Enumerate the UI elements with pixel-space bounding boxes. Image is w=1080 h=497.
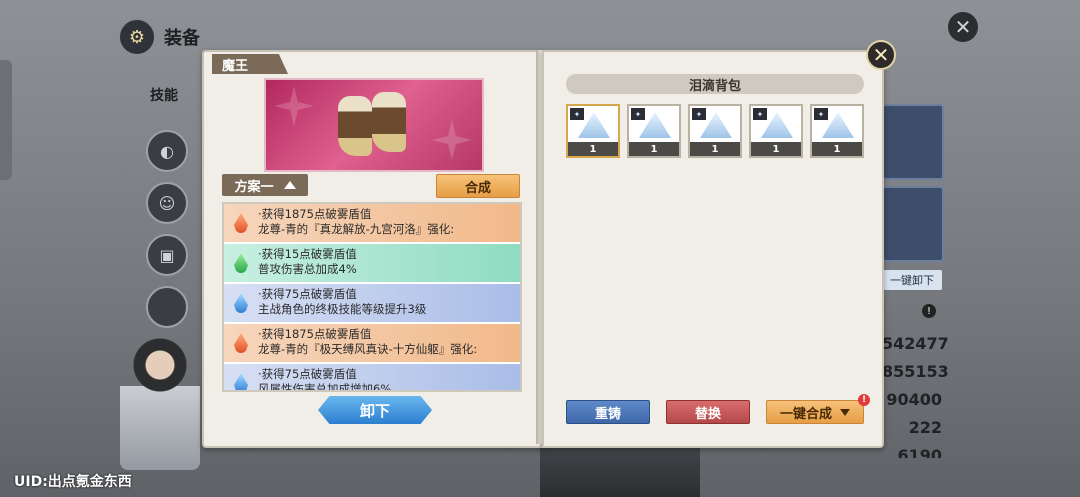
gem-effect-line: 普攻伤害总加成4% [258,262,357,276]
background-close-icon[interactable]: ✕ [948,12,978,42]
equipped-gem-list[interactable]: ·获得1875点破雾盾值 龙尊-青的『真龙解放-九宫河洛』强化: ·获得15点破… [222,202,522,392]
gem-slot [224,244,258,282]
gem-effect-text: ·获得15点破雾盾值 普攻伤害总加成4% [258,244,520,282]
teardrop-bag-page: 泪滴背包 ✦ 1 ✦ 1 ✦ 1 ✦ 1 ✦ 1 重铸 替换 一键合成 ! [542,50,884,448]
empty-slot-icon[interactable] [146,286,188,328]
recast-button[interactable]: 重铸 [566,400,650,424]
stat-value: 222 [908,418,942,437]
skill-slot-icon[interactable]: ◐ [146,130,188,172]
plan-dropdown[interactable]: 方案一 [222,174,308,196]
close-icon[interactable]: ✕ [866,40,896,70]
gem-effect-line: ·获得15点破雾盾值 [258,247,357,261]
stat-value: 90400 [886,390,942,409]
item-count: 1 [690,142,740,156]
stat-value: 542477 [882,334,949,353]
building-slot-icon[interactable]: ▣ [146,234,188,276]
character-sprite [120,330,200,470]
equipment-detail-page: 魔王 方案一 合成 ·获得1875点破雾盾值 龙尊-青的『真龙解放-九宫河洛』强… [202,50,542,448]
side-handle[interactable] [0,60,12,180]
boots-icon [332,88,418,162]
stat-value: 855153 [882,362,949,381]
left-boot [338,96,372,156]
sparkle-decoration [274,86,314,126]
exclamation-icon[interactable]: ! [922,304,936,318]
blue-gem-icon [234,373,248,390]
bag-grid: ✦ 1 ✦ 1 ✦ 1 ✦ 1 ✦ 1 [566,104,864,158]
gem-slot [224,364,258,390]
gem-effect-line: ·获得1875点破雾盾值 [258,207,372,221]
skill-label: 技能 [150,88,178,104]
bag-slot[interactable]: ✦ 1 [688,104,742,158]
bag-slot[interactable]: ✦ 1 [627,104,681,158]
chevron-down-icon [840,408,850,416]
background-gem-card[interactable] [882,104,944,180]
equipment-emblem-icon: ⚙ [118,18,156,56]
gem-row[interactable]: ·获得1875点破雾盾值 龙尊-青的『极天缚风真诀-十方仙躯』强化: [224,324,520,362]
gem-effect-line: 龙尊-青的『真龙解放-九宫河洛』强化: [258,222,455,236]
rank-badge-icon: ✦ [570,108,584,120]
gem-effect-line: 风属性伤害总加成增加6% [258,382,392,392]
green-gem-icon [234,253,248,273]
one-key-compose-label: 一键合成 [779,406,832,422]
user-id-label: UID:出点氪金东西 [14,474,132,490]
plan-label: 方案一 [234,179,274,195]
bag-slot[interactable]: ✦ 1 [810,104,864,158]
triangle-up-icon [283,181,296,189]
gem-effect-line: ·获得75点破雾盾值 [258,367,357,381]
rank-badge-icon: ✦ [692,108,706,120]
sparkle-decoration [432,120,472,160]
item-count: 1 [568,142,618,156]
mech-sprite [540,445,700,497]
gem-effect-line: ·获得1875点破雾盾值 [258,327,372,341]
gem-row[interactable]: ·获得75点破雾盾值 风属性伤害总加成增加6% [224,364,520,392]
gem-effect-text: ·获得75点破雾盾值 主战角色的终极技能等级提升3级 [258,284,520,322]
one-key-compose-button[interactable]: 一键合成 [766,400,864,424]
alert-badge-icon: ! [858,394,870,406]
gem-effect-line: 龙尊-青的『极天缚风真诀-十方仙躯』强化: [258,342,478,356]
gem-row[interactable]: ·获得15点破雾盾值 普攻伤害总加成4% [224,244,520,282]
gem-effect-line: ·获得75点破雾盾值 [258,287,357,301]
background-gem-card[interactable] [882,186,944,262]
gem-effect-text: ·获得1875点破雾盾值 龙尊-青的『真龙解放-九宫河洛』强化: [258,204,520,242]
replace-button[interactable]: 替换 [666,400,750,424]
rank-badge-icon: ✦ [631,108,645,120]
orange-gem-icon [234,213,248,233]
bag-slot[interactable]: ✦ 1 [749,104,803,158]
rank-badge-icon: ✦ [814,108,828,120]
orange-gem-icon [234,333,248,353]
gem-effect-line: 主战角色的终极技能等级提升3级 [258,302,427,316]
background-header-title: 装备 [164,28,200,49]
rank-badge-icon: ✦ [753,108,767,120]
blue-gem-icon [234,293,248,313]
stat-value: 6190 [897,446,942,458]
item-name-tab: 魔王 [212,54,288,74]
unequip-all-button[interactable]: 一键卸下 [882,270,942,290]
gem-slot [224,204,258,242]
item-preview [264,78,484,172]
bag-slot[interactable]: ✦ 1 [566,104,620,158]
compose-button[interactable]: 合成 [436,174,520,198]
gem-effect-text: ·获得75点破雾盾值 风属性伤害总加成增加6% [258,364,520,392]
right-boot [372,92,406,152]
item-count: 1 [812,142,862,156]
gem-slot [224,324,258,362]
gem-slot [224,284,258,322]
character-slot-icon[interactable]: ☺ [146,182,188,224]
item-count: 1 [751,142,801,156]
item-count: 1 [629,142,679,156]
gem-row[interactable]: ·获得1875点破雾盾值 龙尊-青的『真龙解放-九宫河洛』强化: [224,204,520,242]
unequip-button[interactable]: 卸下 [318,396,432,424]
gem-row[interactable]: ·获得75点破雾盾值 主战角色的终极技能等级提升3级 [224,284,520,322]
equipment-book-panel: 魔王 方案一 合成 ·获得1875点破雾盾值 龙尊-青的『真龙解放-九宫河洛』强… [202,50,884,448]
bag-title: 泪滴背包 [566,74,864,94]
gem-effect-text: ·获得1875点破雾盾值 龙尊-青的『极天缚风真诀-十方仙躯』强化: [258,324,520,362]
